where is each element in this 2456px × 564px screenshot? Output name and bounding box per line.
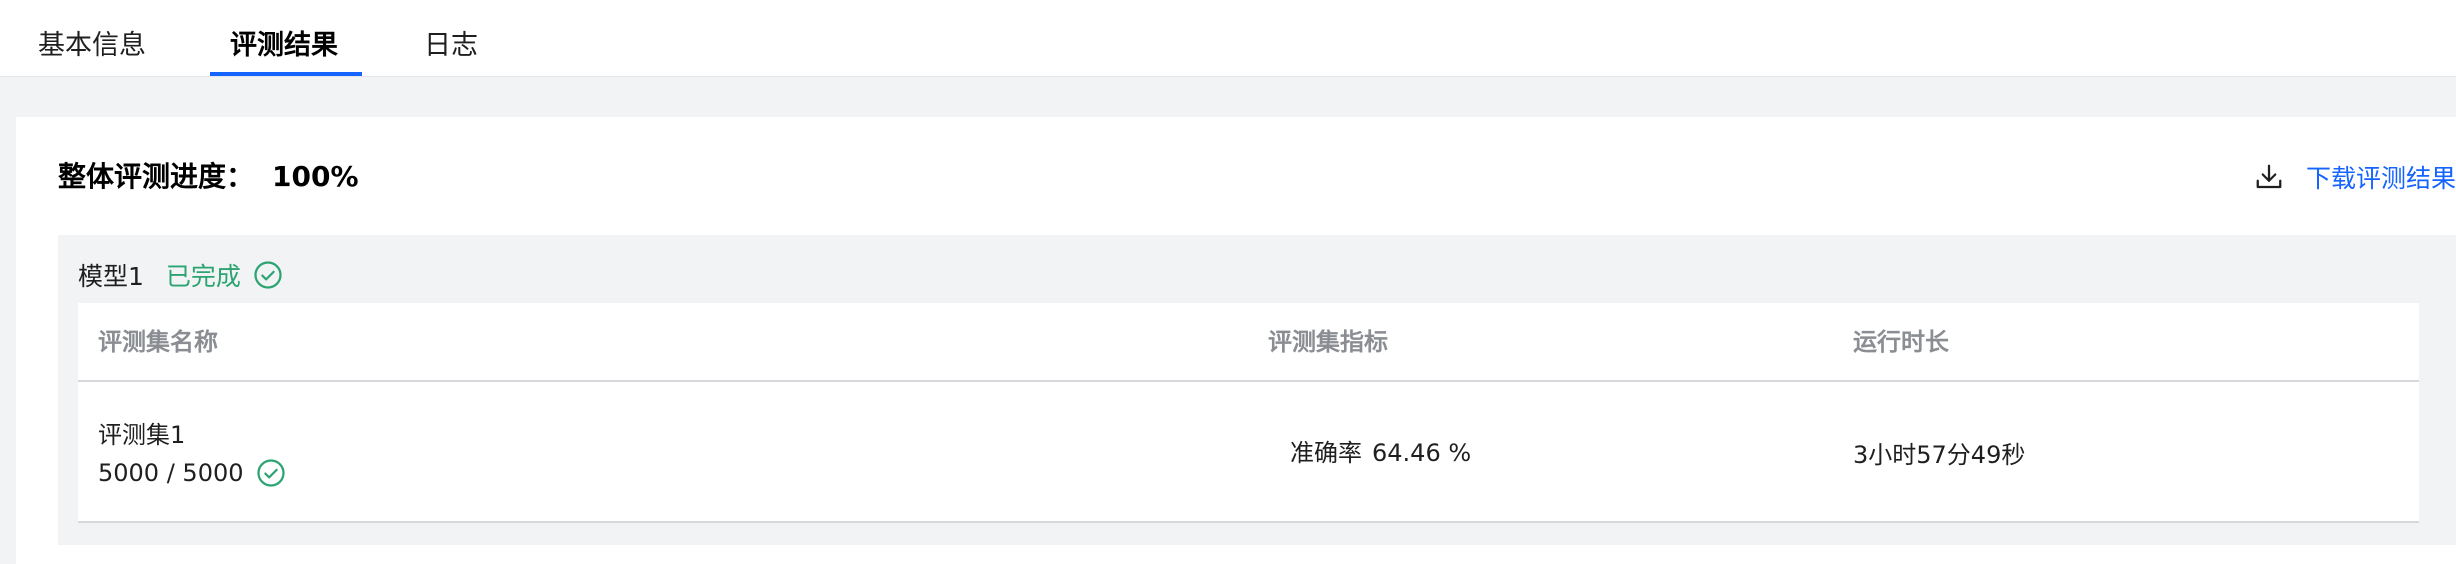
check-circle-icon [256, 459, 285, 487]
download-results-label[interactable]: 下载评测结果 [2306, 159, 2456, 195]
table-header: 评测集名称 评测集指标 运行时长 [78, 303, 2419, 382]
run-duration: 3小时57分49秒 [1853, 441, 2026, 469]
results-table: 评测集名称 评测集指标 运行时长 评测集1 5000 / 5000 准确率 64.… [78, 303, 2419, 523]
table-row: 评测集1 5000 / 5000 准确率 64.46 % 3小时57分49秒 [78, 382, 2419, 523]
tab-basic-info[interactable]: 基本信息 [38, 26, 146, 66]
column-header-duration: 运行时长 [1853, 328, 1949, 356]
metric-name: 准确率 [1290, 439, 1362, 467]
tab-eval-results[interactable]: 评测结果 [230, 26, 338, 66]
overall-progress: 整体评测进度： 100% [58, 157, 359, 197]
progress-value: 100% [272, 160, 359, 193]
tab-bar: 基本信息 评测结果 日志 [0, 0, 2456, 77]
progress-label: 整体评测进度： [58, 160, 255, 193]
column-header-dataset: 评测集名称 [98, 328, 218, 356]
download-results-button[interactable]: 下载评测结果 [2254, 157, 2456, 197]
dataset-count-text: 5000 / 5000 [98, 459, 244, 487]
model-header: 模型1 已完成 [78, 255, 283, 295]
column-header-metric: 评测集指标 [1268, 328, 1388, 356]
dataset-count: 5000 / 5000 [98, 454, 286, 492]
active-tab-indicator [210, 72, 362, 76]
check-circle-icon [254, 261, 282, 289]
dataset-name: 评测集1 [98, 421, 186, 449]
dataset-metric: 准确率 64.46 % [1290, 434, 1471, 472]
model-status-badge: 已完成 [165, 262, 241, 291]
download-icon [2256, 164, 2282, 189]
model-name: 模型1 [78, 262, 144, 291]
tab-logs[interactable]: 日志 [424, 26, 478, 66]
metric-value: 64.46 % [1372, 439, 1472, 467]
